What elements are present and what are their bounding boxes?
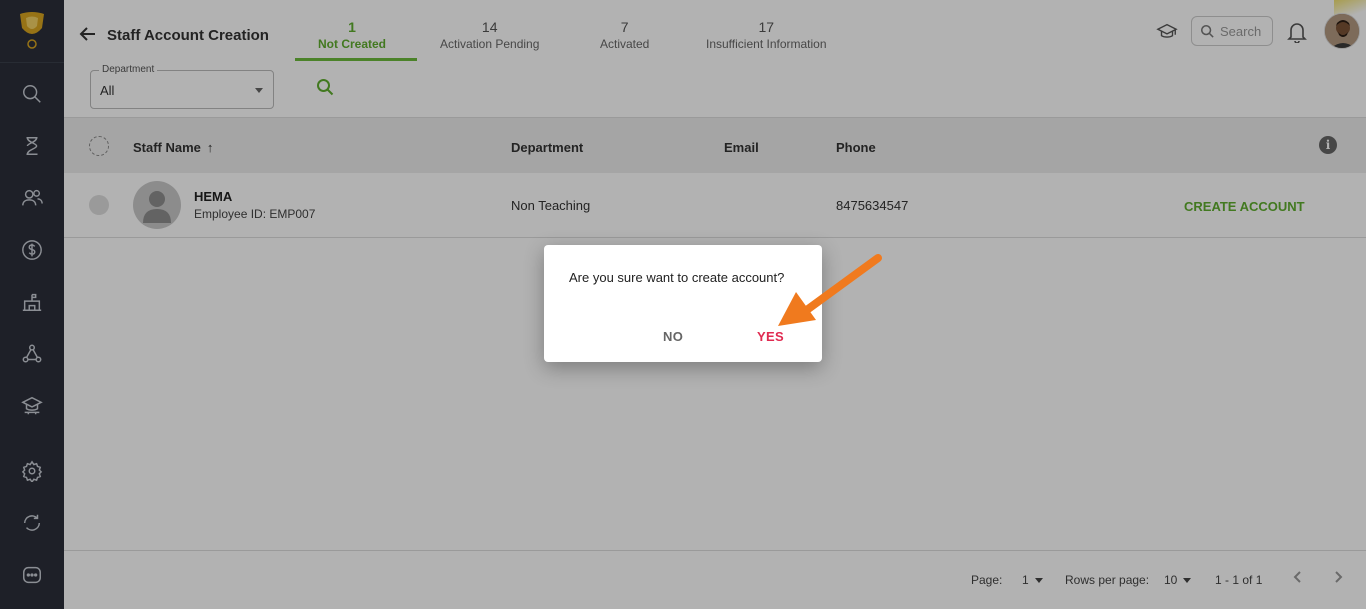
no-button[interactable]: NO [663,329,683,344]
dialog-message: Are you sure want to create account? [569,270,785,285]
yes-button[interactable]: YES [757,329,784,344]
annotation-arrow-icon [778,254,882,326]
